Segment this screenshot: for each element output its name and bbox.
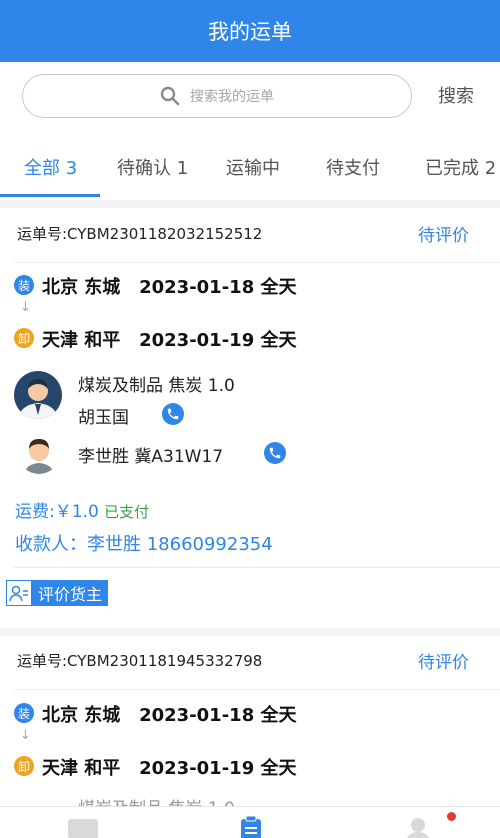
notification-dot	[447, 812, 456, 821]
divider	[14, 567, 500, 568]
tab-in-transit[interactable]: 运输中	[226, 154, 280, 180]
driver-phone-icon[interactable]	[264, 442, 286, 464]
page-title: 我的运单	[208, 20, 292, 44]
cargo-info: 煤炭及制品 焦炭 1.0	[78, 376, 235, 396]
load-place: 北京 东城	[42, 277, 121, 298]
nav-truck-icon[interactable]	[66, 815, 100, 838]
tab-completed[interactable]: 已完成 2	[425, 154, 496, 180]
load-route: 北京 东城 2023-01-18 全天	[42, 273, 297, 299]
rate-shipper-label: 评价货主	[32, 580, 109, 606]
search-placeholder: 搜索我的运单	[190, 89, 274, 105]
search-bar: 搜索我的运单 搜索	[0, 62, 500, 132]
load-date: 2023-01-18 全天	[139, 277, 297, 298]
divider	[14, 262, 500, 263]
unload-badge: 卸	[14, 756, 34, 776]
divider	[14, 689, 500, 690]
fee-status: 已支付	[104, 503, 150, 521]
unload-date: 2023-01-19 全天	[139, 758, 297, 779]
unload-route: 天津 和平 2023-01-19 全天	[42, 326, 297, 352]
route-arrow: ↓	[20, 728, 31, 743]
order-status: 待评价	[418, 226, 469, 246]
driver-info: 李世胜 冀A31W17	[78, 447, 224, 467]
shipper-avatar	[14, 371, 62, 419]
nav-profile-icon[interactable]	[404, 815, 432, 838]
search-button[interactable]: 搜索	[438, 82, 474, 108]
tab-pending-payment[interactable]: 待支付	[326, 154, 380, 180]
bottom-nav	[0, 806, 500, 838]
search-icon	[160, 86, 180, 106]
shipper-phone-icon[interactable]	[162, 403, 184, 425]
load-date: 2023-01-18 全天	[139, 705, 297, 726]
driver-avatar	[18, 432, 60, 474]
shipper-name: 胡玉国	[78, 408, 129, 428]
tab-pending-confirm[interactable]: 待确认 1	[117, 154, 188, 180]
rate-user-icon	[6, 580, 32, 606]
search-input[interactable]: 搜索我的运单	[22, 74, 412, 118]
order-number: 运单号:CYBM2301181945332798	[17, 652, 263, 670]
freight-fee: 运费:￥1.0 已支付	[15, 497, 149, 522]
nav-order-list-icon[interactable]	[238, 815, 264, 838]
load-route: 北京 东城 2023-01-18 全天	[42, 701, 297, 727]
route-arrow: ↓	[20, 300, 31, 315]
order-card[interactable]: 运单号:CYBM2301182032152512 待评价 装 北京 东城 202…	[0, 208, 500, 628]
load-badge: 装	[14, 275, 34, 295]
fee-amount: 运费:￥1.0	[15, 502, 99, 522]
unload-badge: 卸	[14, 328, 34, 348]
unload-date: 2023-01-19 全天	[139, 330, 297, 351]
order-number: 运单号:CYBM2301182032152512	[17, 225, 263, 243]
rate-shipper-button[interactable]: 评价货主	[6, 580, 109, 606]
status-tabs: 全部 3 待确认 1 运输中 待支付 已完成 2	[0, 132, 500, 200]
active-tab-indicator	[0, 194, 100, 197]
payee-info: 收款人：李世胜 18660992354	[15, 534, 273, 555]
load-place: 北京 东城	[42, 705, 121, 726]
tab-all[interactable]: 全部 3	[24, 154, 77, 180]
unload-route: 天津 和平 2023-01-19 全天	[42, 754, 297, 780]
order-card[interactable]: 运单号:CYBM2301181945332798 待评价 装 北京 东城 202…	[0, 636, 500, 819]
order-status: 待评价	[418, 653, 469, 673]
load-badge: 装	[14, 703, 34, 723]
unload-place: 天津 和平	[42, 330, 121, 351]
unload-place: 天津 和平	[42, 758, 121, 779]
title-bar: 我的运单	[0, 0, 500, 62]
